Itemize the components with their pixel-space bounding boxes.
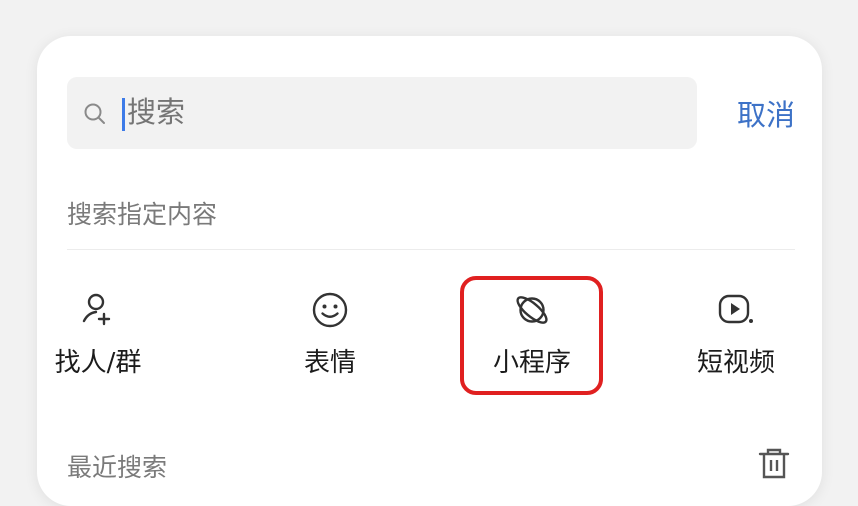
mini-program-icon xyxy=(516,296,548,324)
search-panel: 取消 搜索指定内容 找人/群 表情 小程序 xyxy=(37,36,822,506)
video-icon xyxy=(718,294,753,324)
option-label: 小程序 xyxy=(492,348,571,378)
search-box[interactable] xyxy=(67,77,697,149)
specify-content-title: 搜索指定内容 xyxy=(67,200,218,229)
option-stickers[interactable]: 表情 xyxy=(265,278,395,379)
option-label: 短视频 xyxy=(696,348,775,378)
divider xyxy=(67,249,795,250)
search-row: 取消 xyxy=(67,77,795,149)
trash-icon[interactable] xyxy=(756,446,792,482)
option-label: 找人/群 xyxy=(54,348,142,378)
add-person-icon xyxy=(82,293,111,326)
search-input[interactable] xyxy=(127,77,667,149)
option-short-videos[interactable]: 短视频 xyxy=(671,278,801,379)
option-label: 表情 xyxy=(303,348,356,378)
search-icon xyxy=(84,103,105,124)
option-find-people[interactable]: 找人/群 xyxy=(33,278,163,379)
option-mini-programs[interactable]: 小程序 xyxy=(467,278,597,379)
recent-search-title: 最近搜索 xyxy=(67,453,168,482)
cancel-button[interactable]: 取消 xyxy=(737,77,795,149)
smiley-icon xyxy=(312,292,348,328)
text-caret xyxy=(122,98,125,131)
